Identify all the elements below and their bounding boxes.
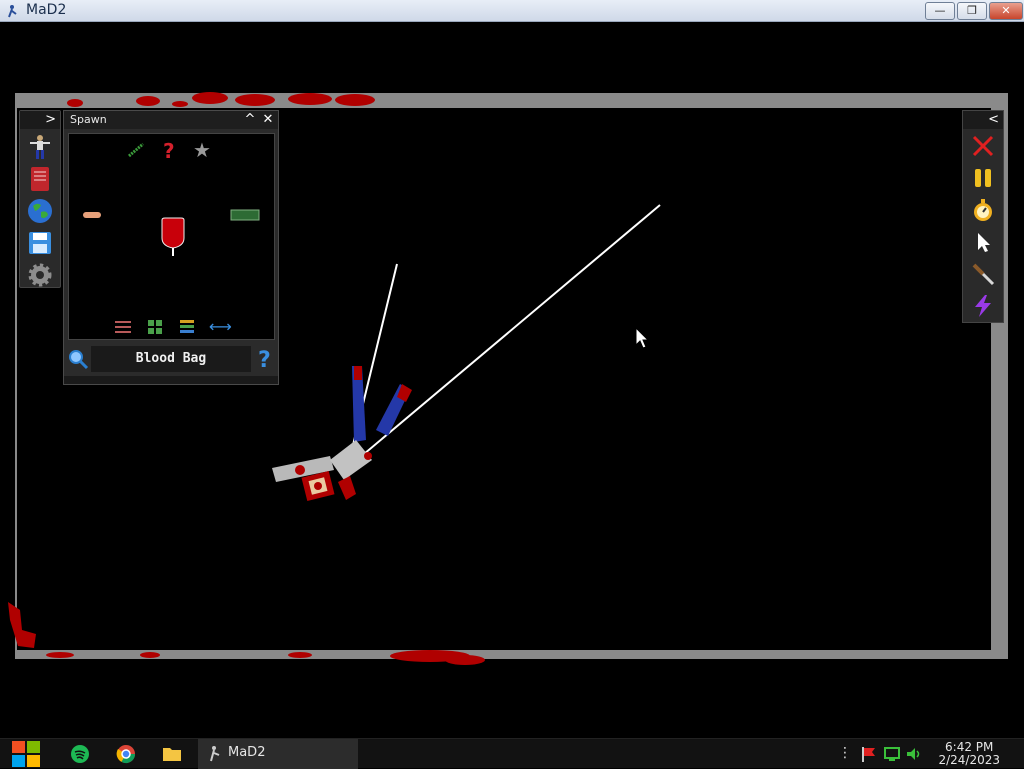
question-icon[interactable]: ? [163, 139, 175, 163]
ragdoll[interactable] [272, 366, 412, 502]
taskbar-app-label: MaD2 [228, 745, 266, 760]
circuit-board-item[interactable] [230, 209, 260, 221]
lightning-icon[interactable] [968, 291, 998, 321]
star-icon[interactable]: ★ [193, 138, 211, 162]
taskbar: MaD2 ⋮ 6:42 PM 2/24/2023 [0, 738, 1024, 769]
pointer-icon[interactable] [968, 227, 998, 257]
swap-icon[interactable]: ⟷ [209, 317, 232, 336]
syringe-icon[interactable] [128, 142, 144, 158]
gear-icon[interactable] [26, 261, 54, 289]
globe-icon[interactable] [26, 197, 54, 225]
panel-footer [64, 376, 278, 384]
close-panel-button[interactable]: ✕ [260, 112, 276, 128]
blood-splatter-top [67, 92, 375, 107]
spawn-panel: Spawn ^ ✕ ? ★ ⟷ Blood Bag ? [63, 110, 279, 385]
list-icon[interactable] [180, 320, 194, 333]
clock-date: 2/24/2023 [938, 753, 1000, 767]
collapse-panel-button[interactable]: ^ [242, 112, 258, 128]
network-icon[interactable] [880, 743, 904, 765]
blood-bag-item[interactable] [161, 217, 185, 256]
expand-toolbar-button[interactable]: > [45, 112, 56, 127]
folder-icon[interactable] [160, 743, 184, 765]
book-icon[interactable] [26, 165, 54, 193]
taskbar-app-mad2[interactable]: MaD2 [198, 739, 358, 769]
blood-splatter-bottom [8, 602, 485, 665]
spawn-panel-title: Spawn [70, 113, 107, 126]
spotify-icon[interactable] [68, 743, 92, 765]
right-toolbar: < [962, 110, 1004, 323]
volume-icon[interactable] [902, 743, 926, 765]
svg-text:?: ? [258, 348, 271, 371]
chrome-icon[interactable] [114, 743, 138, 765]
system-clock[interactable]: 6:42 PM 2/24/2023 [938, 741, 1000, 767]
flag-icon[interactable] [856, 743, 880, 765]
pause-icon[interactable] [968, 163, 998, 193]
stopwatch-icon[interactable] [968, 195, 998, 225]
ragdoll-icon[interactable] [26, 133, 54, 161]
bandage-item[interactable] [83, 212, 101, 218]
expand-toolbar-button[interactable]: < [988, 112, 999, 127]
save-icon[interactable] [26, 229, 54, 257]
knife-icon[interactable] [968, 259, 998, 289]
grid-icon[interactable] [148, 320, 162, 334]
start-button[interactable] [10, 739, 42, 769]
mad2-icon [210, 746, 220, 762]
overflow-icon[interactable]: ⋮ [838, 745, 852, 761]
magnifier-icon[interactable] [67, 348, 89, 370]
sliders-icon[interactable] [115, 321, 131, 333]
spawn-item-grid: ? ★ ⟷ [68, 133, 275, 340]
selected-item-name: Blood Bag [91, 346, 251, 372]
left-toolbar: > [19, 110, 61, 288]
help-icon[interactable]: ? [256, 347, 274, 371]
clear-icon[interactable] [968, 131, 998, 161]
mouse-cursor [635, 326, 650, 349]
rope-line [344, 204, 661, 471]
